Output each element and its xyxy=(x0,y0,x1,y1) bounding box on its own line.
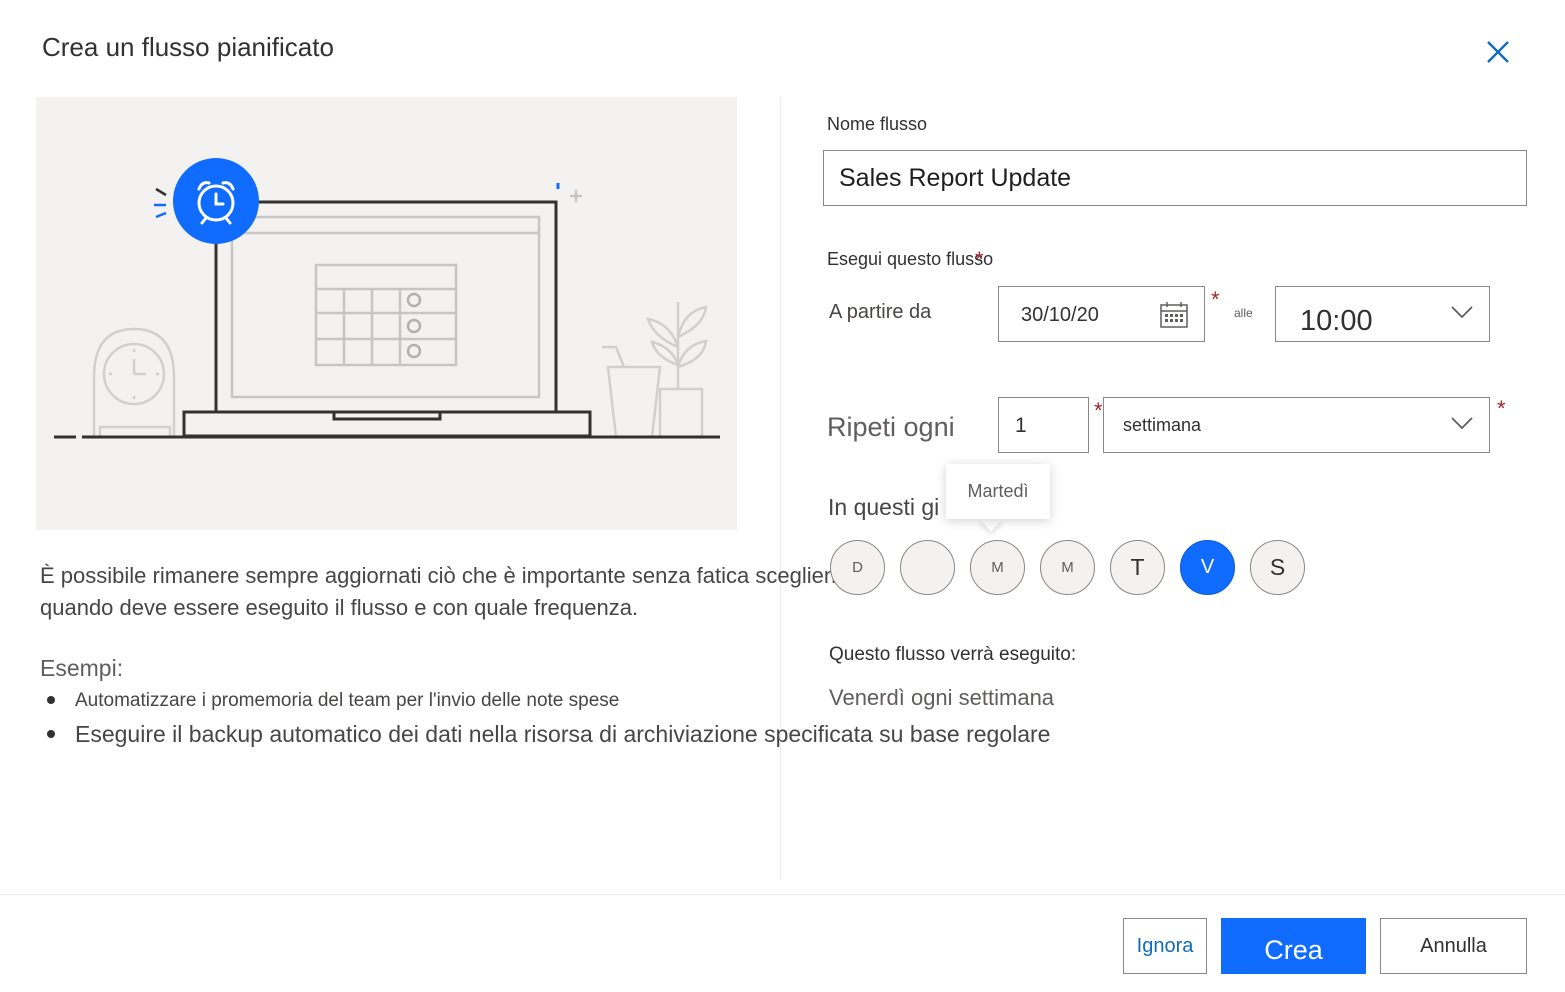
skip-button[interactable]: Ignora xyxy=(1123,918,1207,974)
day-tooltip: Martedì xyxy=(946,464,1050,519)
at-label: alle xyxy=(1234,306,1253,320)
summary-label: Questo flusso verrà eseguito: xyxy=(829,644,1077,665)
flow-name-input[interactable]: Sales Report Update xyxy=(823,150,1527,206)
required-marker: * xyxy=(1211,287,1220,312)
repeat-label: Ripeti ogni xyxy=(827,412,955,442)
footer-divider xyxy=(0,894,1565,895)
day-button-sunday[interactable]: D xyxy=(830,540,885,595)
calendar-icon xyxy=(1160,302,1188,328)
day-button-wednesday[interactable]: M xyxy=(1040,540,1095,595)
cancel-button[interactable]: Annulla xyxy=(1380,918,1527,974)
laptop-schedule-illustration xyxy=(54,158,720,439)
day-button-friday[interactable]: V xyxy=(1180,540,1235,595)
bullet-icon xyxy=(47,696,55,704)
frequency-select[interactable]: settimana xyxy=(1103,397,1490,453)
summary-value: Venerdì ogni settimana xyxy=(829,685,1055,710)
required-marker: * xyxy=(1497,396,1506,421)
day-button-monday[interactable]: L xyxy=(900,540,955,595)
examples-title: Esempi: xyxy=(40,655,124,681)
days-label: In questi gi xyxy=(828,494,940,520)
chevron-down-icon xyxy=(1451,417,1473,430)
day-button-thursday[interactable]: T xyxy=(1110,540,1165,595)
frequency-value: settimana xyxy=(1123,415,1202,435)
vertical-divider xyxy=(780,97,781,880)
list-item: Eseguire il backup automatico dei dati n… xyxy=(44,718,1050,750)
start-time-value: 10:00 xyxy=(1300,305,1373,337)
chevron-down-icon xyxy=(1451,306,1473,319)
start-label: A partire da xyxy=(829,301,932,323)
bullet-icon xyxy=(47,730,55,738)
create-button[interactable]: Crea xyxy=(1221,918,1366,974)
run-flow-label: Esegui questo flusso xyxy=(827,249,994,269)
start-date-value: 30/10/20 xyxy=(1021,304,1099,326)
day-button-tuesday[interactable]: M xyxy=(970,540,1025,595)
interval-input[interactable]: 1 xyxy=(998,397,1089,453)
alarm-clock-icon xyxy=(173,158,259,244)
dialog-title: Crea un flusso pianificato xyxy=(42,32,334,62)
start-time-select[interactable]: 10:00 xyxy=(1275,286,1490,342)
day-button-saturday[interactable]: S xyxy=(1250,540,1305,595)
required-marker: * xyxy=(1094,398,1103,423)
close-button[interactable] xyxy=(1480,34,1516,70)
description-text: È possibile rimanere sempre aggiornati c… xyxy=(40,563,861,620)
start-date-picker[interactable]: 30/10/20 xyxy=(998,286,1205,342)
close-icon xyxy=(1487,41,1509,63)
flow-name-label: Nome flusso xyxy=(827,114,928,134)
required-marker: * xyxy=(975,247,984,272)
illustration xyxy=(36,97,737,530)
